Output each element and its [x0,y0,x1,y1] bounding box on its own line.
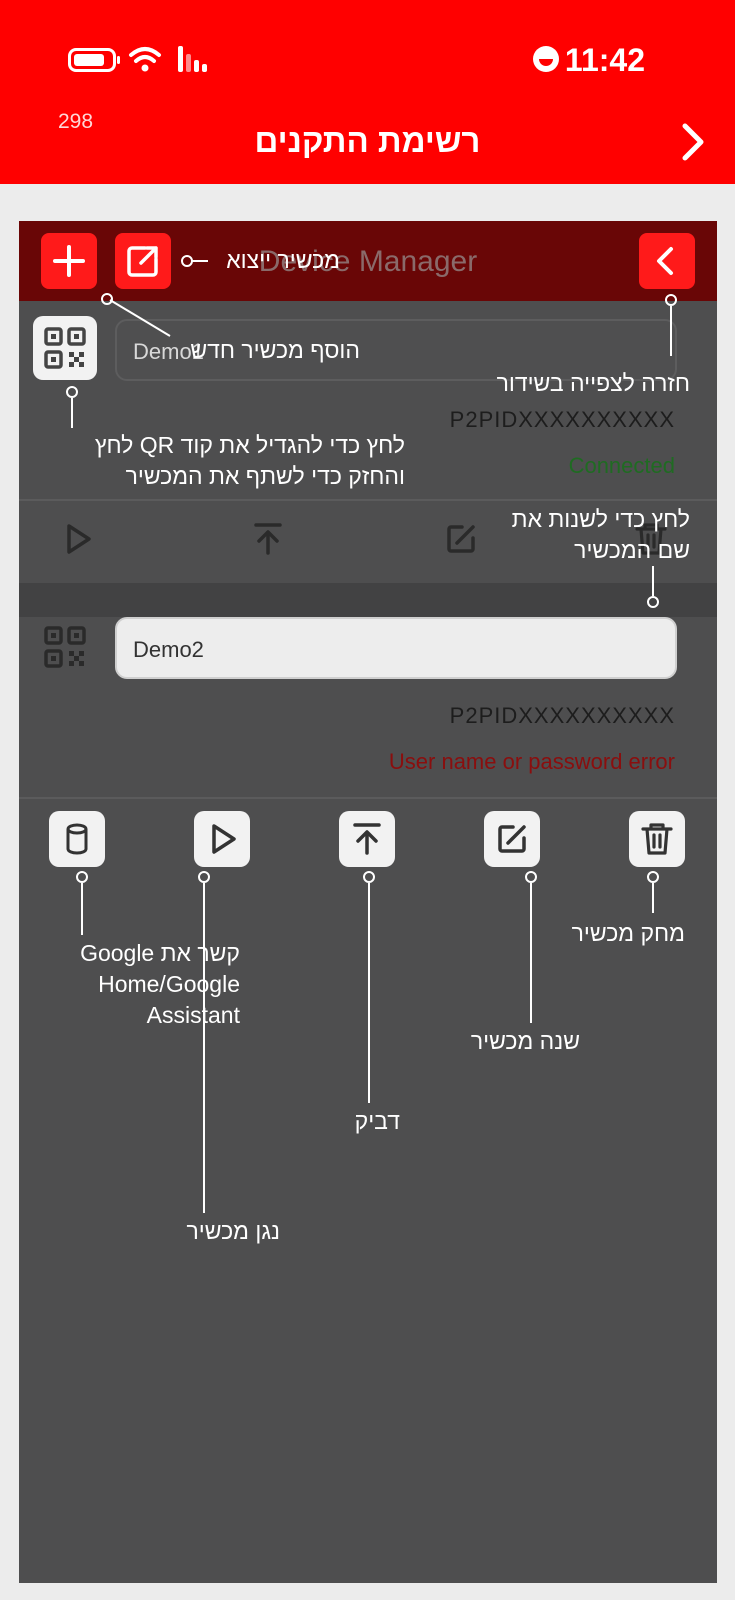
annotation-dot [647,596,659,608]
speaker-icon [66,823,88,855]
pin-button[interactable] [339,811,395,867]
play-device-button[interactable] [194,811,250,867]
annotation-dot [66,386,78,398]
annotation-leader [109,299,171,337]
play-icon [212,824,236,854]
edit-device-button[interactable] [484,811,540,867]
qr-code-icon[interactable] [33,316,97,380]
add-device-button[interactable] [41,233,97,289]
battery-icon [68,48,120,72]
annotation-back: חזרה לצפייה בשידור [496,370,690,396]
annotation-leader [652,566,654,596]
panel-toolbar: Device Manager [19,221,717,301]
export-device-button[interactable] [115,233,171,289]
wifi-icon [129,47,161,72]
device-status: User name or password error [388,749,675,774]
status-time: 11:42 [564,42,645,78]
google-link-button[interactable] [49,811,105,867]
annotation-leader [81,883,83,935]
annotation-dot [76,871,88,883]
annotation-rename: לחץ כדי לשנות את שם המכשיר [511,506,690,563]
page-title: רשימת התקנים [254,122,481,159]
signal-icon [178,46,207,72]
card-separator [19,583,717,617]
annotation-leader [71,398,73,428]
delete-device-button[interactable] [629,811,685,867]
back-icon [657,247,673,275]
device-name-field[interactable]: Demo2 [115,617,677,679]
status-emoji-icon [533,46,559,72]
pin-top-icon [353,823,381,855]
annotation-play: נגן מכשיר [186,1218,280,1244]
annotation-google: קשר את Google Home/Google Assistant [80,940,240,1028]
edit-icon [498,825,526,853]
annotation-leader [652,883,654,913]
qr-code-icon[interactable] [33,615,97,679]
annotation-change-device: שנה מכשיר [470,1028,580,1054]
annotation-dot [198,871,210,883]
top-bar: 11:42 298 רשימת התקנים [0,0,735,184]
play-icon[interactable] [49,511,105,567]
pin-top-icon[interactable] [240,511,296,567]
annotation-export: מכשיר ייצוא [226,247,340,273]
annotation-dot [525,871,537,883]
annotation-dot [363,871,375,883]
annotation-qr: לחץ כדי להגדיל את קוד QR לחץ והחזק כדי ל… [94,432,405,489]
annotation-leader [203,883,205,1213]
chevron-right-icon[interactable] [677,120,709,164]
divider [19,797,717,799]
annotation-dot [665,294,677,306]
export-icon [127,246,158,277]
annotation-add-device: הוסף מכשיר חדש [190,337,360,363]
annotation-delete-device: מחק מכשיר [571,920,685,946]
annotation-leader [368,883,370,1103]
divider [19,499,717,501]
device-status: Connected [568,453,675,478]
annotation-leader [530,883,532,1023]
plus-icon [53,245,85,277]
edit-icon[interactable] [433,511,489,567]
back-button[interactable] [639,233,695,289]
trash-icon [641,823,673,855]
annotation-leader [670,306,672,356]
device-pid: P2PIDXXXXXXXXXX [449,703,675,728]
device-pid: P2PIDXXXXXXXXXX [449,407,675,432]
annotation-dot [647,871,659,883]
annotation-stick: דביק [354,1108,400,1134]
